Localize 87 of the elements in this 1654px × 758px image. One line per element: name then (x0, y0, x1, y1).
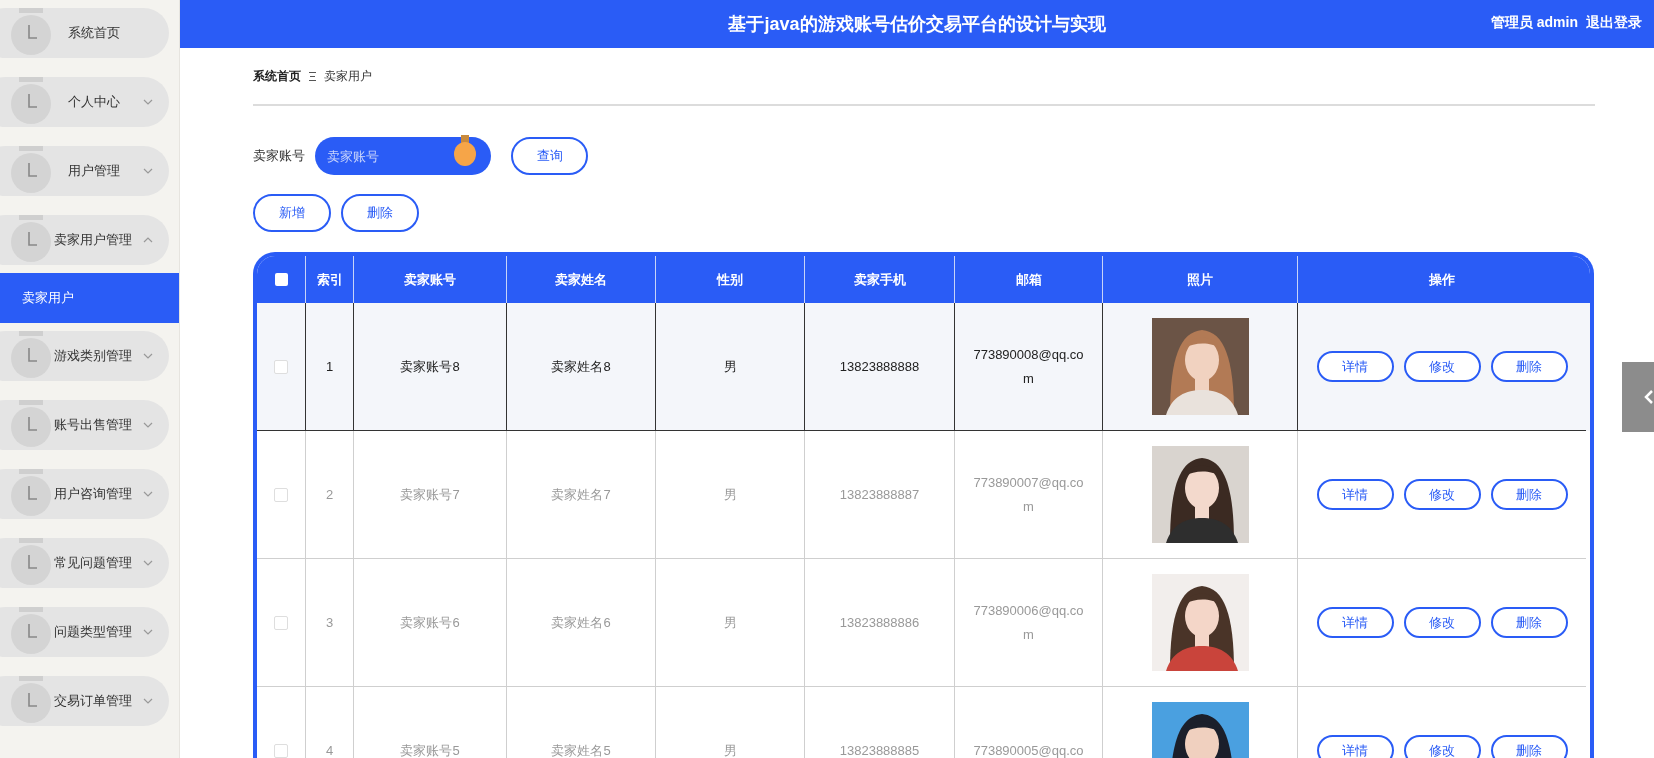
menu-item[interactable]: 账号出售管理 (0, 400, 169, 450)
menu-item-label: 账号出售管理 (54, 416, 132, 435)
checkbox[interactable] (274, 743, 288, 758)
delete-button[interactable]: 删除 (1490, 479, 1568, 510)
menu-item-label: 卖家用户管理 (54, 231, 132, 250)
menu-item[interactable]: 用户管理 (0, 146, 169, 196)
tag-icon (453, 135, 477, 167)
menu-item[interactable]: 常见问题管理 (0, 538, 169, 588)
side-tab[interactable] (1622, 362, 1654, 432)
clock-icon (10, 469, 52, 519)
table-cell-text: 13823888886 (839, 613, 920, 632)
table-cell-text: 卖家账号6 (400, 613, 460, 632)
menu-item-label: 交易订单管理 (54, 692, 132, 711)
menu-item-label: 用户管理 (68, 162, 120, 181)
logout-link[interactable]: 退出登录 (1586, 12, 1642, 33)
table-cell-text: 3 (325, 613, 334, 632)
table-cell-text: 13823888885 (839, 741, 920, 758)
menu-item[interactable]: 个人中心 (0, 77, 169, 127)
delete-button[interactable]: 删除 (1490, 607, 1568, 638)
menu-item-label: 问题类型管理 (54, 623, 132, 642)
clock-icon (10, 215, 52, 265)
table-cell-text: 4 (325, 741, 334, 758)
clock-icon (10, 8, 52, 58)
menu-item[interactable]: 问题类型管理 (0, 607, 169, 657)
table-cell-text: 卖家姓名7 (551, 485, 611, 504)
table-cell-text: 13823888887 (839, 485, 920, 504)
clock-icon (10, 538, 52, 588)
table-cell-text: 773890006@qq.com (972, 601, 1085, 644)
menu-item-label: 常见问题管理 (54, 554, 132, 573)
search-field[interactable]: 卖家账号 (315, 137, 491, 175)
table-cell-text: 773890007@qq.com (972, 473, 1085, 516)
edit-button[interactable]: 修改 (1403, 735, 1481, 758)
table-cell-text: 卖家账号5 (400, 741, 460, 758)
menu-item-label: 个人中心 (68, 93, 120, 112)
clock-icon (10, 331, 52, 381)
menu-item[interactable]: 交易订单管理 (0, 676, 169, 726)
table-cell-text: 男 (723, 485, 737, 504)
table-cell-text: 卖家账号8 (400, 357, 460, 376)
table-cell-text: 1 (325, 357, 334, 376)
detail-button[interactable]: 详情 (1316, 479, 1394, 510)
table-cell-text: 卖家姓名6 (551, 613, 611, 632)
table-cell-text: 13823888888 (839, 357, 920, 376)
delete-button[interactable]: 删除 (341, 194, 419, 232)
menu-item[interactable]: 系统首页 (0, 8, 169, 58)
menu-item-label: 游戏类别管理 (54, 347, 132, 366)
table-cell-text: 男 (723, 357, 737, 376)
clock-icon (10, 607, 52, 657)
page-title: 基于java的游戏账号估价交易平台的设计与实现 (728, 12, 1106, 36)
menu-item[interactable]: 游戏类别管理 (0, 331, 169, 381)
clock-icon (10, 146, 52, 196)
table-cell-text: 卖家账号7 (400, 485, 460, 504)
checkbox[interactable] (274, 615, 288, 630)
submenu-item[interactable]: 卖家用户 (0, 273, 179, 323)
add-button[interactable]: 新增 (253, 194, 331, 232)
delete-button[interactable]: 删除 (1490, 351, 1568, 382)
menu-item-label: 用户咨询管理 (54, 485, 132, 504)
column-header: 操作 (1428, 270, 1456, 289)
chevron-left-icon (1644, 390, 1654, 404)
edit-button[interactable]: 修改 (1403, 479, 1481, 510)
delete-button[interactable]: 删除 (1490, 735, 1568, 758)
clock-icon (10, 400, 52, 450)
menu-item[interactable]: 用户咨询管理 (0, 469, 169, 519)
checkbox[interactable] (274, 359, 288, 374)
detail-button[interactable]: 详情 (1316, 607, 1394, 638)
detail-button[interactable]: 详情 (1316, 351, 1394, 382)
detail-button[interactable]: 详情 (1316, 735, 1394, 758)
user-label: 管理员 admin (1490, 13, 1578, 32)
table-cell-text: 773890008@qq.com (972, 345, 1085, 388)
edit-button[interactable]: 修改 (1403, 607, 1481, 638)
table-cell-text: 男 (723, 613, 737, 632)
table-cell-text: 卖家姓名5 (551, 741, 611, 758)
menu-item-label: 系统首页 (68, 24, 120, 43)
clock-icon (10, 77, 52, 127)
breadcrumb-item: 卖家用户 (324, 68, 372, 85)
clock-icon (10, 676, 52, 726)
menu-item[interactable]: 卖家用户管理 (0, 215, 169, 265)
checkbox[interactable] (274, 487, 288, 502)
separator-icon (309, 71, 316, 81)
breadcrumb-item[interactable]: 系统首页 (253, 67, 301, 85)
edit-button[interactable]: 修改 (1403, 351, 1481, 382)
table-cell-text: 男 (723, 741, 737, 758)
query-button[interactable]: 查询 (511, 137, 588, 175)
table-cell-text: 卖家姓名8 (551, 357, 611, 376)
search-label: 卖家账号 (253, 147, 305, 166)
table-cell-text: 773890005@qq.co (972, 741, 1085, 758)
table-cell-text: 2 (325, 485, 334, 504)
checkbox[interactable] (274, 273, 288, 286)
